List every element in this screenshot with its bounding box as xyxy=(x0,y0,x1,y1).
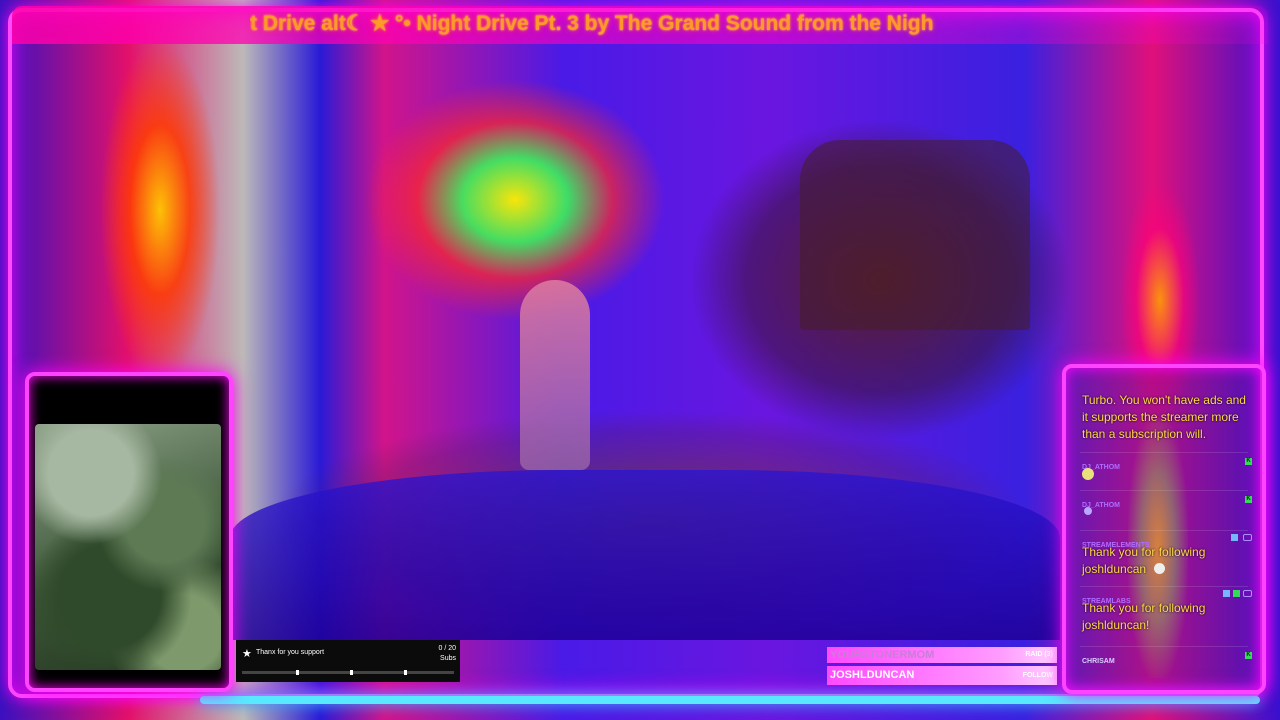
skull-emote-icon xyxy=(1154,563,1165,574)
bot-badge-icon xyxy=(1223,590,1230,597)
mod-badge-icon xyxy=(1233,590,1240,597)
progress-tick xyxy=(350,670,353,675)
sub-goal-progress-track xyxy=(242,670,454,675)
star-icon: ★ xyxy=(242,648,252,660)
sub-goal-widget: ★ Thanx for you support 0 / 20 Subs xyxy=(236,640,460,682)
chat-divider xyxy=(1080,452,1248,453)
event-row: JOSHLDUNCAN FOLLOW xyxy=(827,666,1057,685)
mod-badge-icon: K xyxy=(1245,458,1252,465)
sub-goal-label: Thanx for you support xyxy=(256,649,325,656)
chat-message-text: Turbo. You won't have ads and it support… xyxy=(1082,393,1246,441)
chat-message: STREAMLABS Thank you for following joshl… xyxy=(1082,590,1256,636)
now-playing-text: t Drive alt☾ ★ °• Night Drive Pt. 3 by T… xyxy=(250,12,934,35)
chat-divider xyxy=(1080,530,1248,531)
chat-username: CHRISAM xyxy=(1082,658,1115,665)
chat-message-text: Thank you for following joshlduncan! xyxy=(1082,601,1206,632)
bottom-glow-bar xyxy=(200,696,1260,704)
chat-divider xyxy=(1080,490,1248,491)
progress-tick xyxy=(296,670,299,675)
chat-message: CHRISAM K xyxy=(1082,650,1256,670)
smiley-emote-icon xyxy=(1082,468,1094,480)
event-row: YOURSTONERMOM RAID (3) xyxy=(827,647,1057,663)
chat-bubble-icon xyxy=(1243,534,1252,541)
event-name: YOURSTONERMOM xyxy=(830,649,935,661)
sub-goal-count: 0 / 20 xyxy=(438,645,456,652)
chat-message: STREAMELEMENTS Thank you for following j… xyxy=(1082,534,1256,580)
chat-divider xyxy=(1080,586,1248,587)
bot-badge-icon xyxy=(1231,534,1238,541)
chat-bubble-icon xyxy=(1243,590,1252,597)
webcam-feed xyxy=(35,424,221,670)
chat-divider xyxy=(1080,646,1248,647)
sub-goal-unit: Subs xyxy=(440,655,456,662)
event-name: JOSHLDUNCAN xyxy=(830,669,915,681)
mod-badge-icon: K xyxy=(1245,652,1252,659)
mod-badge-icon: K xyxy=(1245,496,1252,503)
event-list: YOURSTONERMOM RAID (3) JOSHLDUNCAN FOLLO… xyxy=(827,647,1057,685)
small-emote-icon xyxy=(1084,507,1092,515)
chat-box: Turbo. You won't have ads and it support… xyxy=(1062,364,1266,694)
chat-message: DJ_ATHOM K xyxy=(1082,494,1256,524)
event-type: FOLLOW xyxy=(1022,672,1053,679)
chat-message: DJ_ATHOM K xyxy=(1082,456,1256,486)
event-type: RAID (3) xyxy=(1025,651,1053,658)
webcam-overlay xyxy=(25,372,233,692)
progress-tick xyxy=(404,670,407,675)
